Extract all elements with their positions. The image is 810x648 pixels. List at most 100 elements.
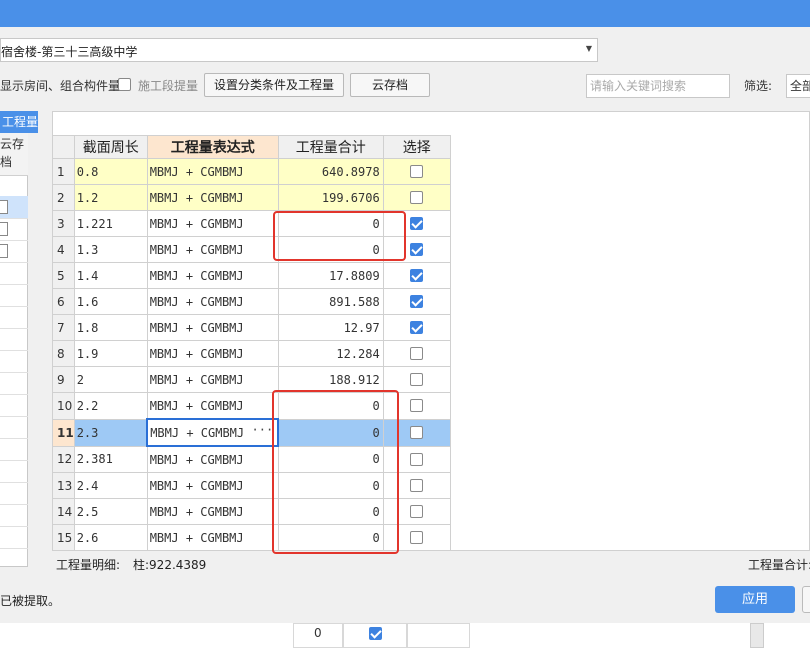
cell-select[interactable] <box>382 262 451 289</box>
cell-select[interactable] <box>382 184 451 211</box>
left-list-row[interactable] <box>0 526 28 549</box>
cell-expression[interactable]: MBMJ + CGMBMJ <box>146 314 279 341</box>
select-checkbox[interactable] <box>410 347 424 360</box>
cell-perimeter[interactable]: 2.2 <box>73 392 148 420</box>
cell-perimeter[interactable]: 1.8 <box>73 314 148 341</box>
cell-perimeter[interactable]: 2 <box>73 366 148 393</box>
detail-label: 工程量明细: <box>56 558 121 572</box>
cell-expression[interactable]: MBMJ + CGMBMJ ··· <box>146 418 280 447</box>
cell-perimeter[interactable]: 1.2 <box>73 184 148 211</box>
cell-perimeter[interactable]: 0.8 <box>73 158 148 185</box>
left-list-row[interactable] <box>0 372 28 395</box>
cell-perimeter[interactable]: 2.5 <box>73 498 148 525</box>
select-checkbox[interactable] <box>410 295 424 308</box>
select-checkbox[interactable] <box>410 321 424 334</box>
cell-perimeter[interactable]: 2.6 <box>73 524 148 551</box>
cell-total[interactable]: 640.8978 <box>277 158 384 185</box>
project-combobox[interactable]: 宿舍楼-第三十三高级中学 ▼ <box>0 38 598 62</box>
left-list-row[interactable] <box>0 262 28 285</box>
cell-perimeter[interactable]: 2.381 <box>73 445 148 473</box>
left-list-row[interactable] <box>0 306 28 329</box>
cell-expression[interactable]: MBMJ + CGMBMJ <box>146 158 279 185</box>
col-header-perimeter[interactable]: 截面周长 <box>73 135 148 159</box>
select-checkbox[interactable] <box>410 165 424 178</box>
table-row[interactable]: 6 1.6 MBMJ + CGMBMJ 891.588 <box>52 288 451 315</box>
cell-select[interactable] <box>382 340 451 367</box>
left-list-row[interactable] <box>0 328 28 351</box>
cell-select[interactable] <box>382 314 451 341</box>
select-checkbox[interactable] <box>410 373 424 386</box>
left-list-row[interactable] <box>0 350 28 373</box>
left-list-row[interactable] <box>0 416 28 439</box>
select-checkbox[interactable] <box>410 243 424 256</box>
cell-perimeter[interactable]: 1.6 <box>73 288 148 315</box>
cell-select[interactable] <box>382 158 451 185</box>
filter-select[interactable]: 全部 <box>786 74 810 98</box>
cell-total[interactable]: 199.6706 <box>277 184 384 211</box>
left-list-row[interactable] <box>0 482 28 505</box>
cell-perimeter[interactable]: 1.4 <box>73 262 148 289</box>
table-row[interactable]: 8 1.9 MBMJ + CGMBMJ 12.284 <box>52 340 451 367</box>
cell-perimeter[interactable]: 2.4 <box>73 472 148 499</box>
cell-expression[interactable]: MBMJ + CGMBMJ <box>146 524 279 551</box>
cell-total[interactable]: 17.8809 <box>277 262 384 289</box>
left-list-row[interactable] <box>0 394 28 417</box>
cell-select[interactable] <box>382 366 451 393</box>
cell-expression[interactable]: MBMJ + CGMBMJ <box>146 445 279 473</box>
tab-quantity[interactable]: 工程量 <box>0 111 38 133</box>
table-row[interactable]: 1 0.8 MBMJ + CGMBMJ 640.8978 <box>52 158 451 185</box>
cell-expression[interactable]: MBMJ + CGMBMJ <box>146 366 279 393</box>
select-checkbox[interactable] <box>410 531 424 544</box>
left-list-row[interactable] <box>0 438 28 461</box>
cell-expression[interactable]: MBMJ + CGMBMJ <box>146 184 279 211</box>
search-input[interactable]: 请输入关键词搜索 <box>586 74 730 98</box>
left-list-row[interactable] <box>0 196 28 219</box>
table-row[interactable]: 5 1.4 MBMJ + CGMBMJ 17.8809 <box>52 262 451 289</box>
select-checkbox[interactable] <box>410 505 424 518</box>
table-row[interactable]: 9 2 MBMJ + CGMBMJ 188.912 <box>52 366 451 393</box>
col-header-total[interactable]: 工程量合计 <box>277 135 384 159</box>
cell-perimeter[interactable]: 2.3 <box>73 418 148 447</box>
cell-expression[interactable]: MBMJ + CGMBMJ <box>146 262 279 289</box>
cell-expression[interactable]: MBMJ + CGMBMJ <box>146 498 279 525</box>
construction-stage-checkbox[interactable] <box>118 78 131 91</box>
ellipsis-button[interactable]: ··· <box>252 423 274 437</box>
left-list-checkbox[interactable] <box>0 244 8 258</box>
cell-expression[interactable]: MBMJ + CGMBMJ <box>146 392 279 420</box>
cloud-save-button[interactable]: 云存档 <box>350 73 430 97</box>
select-checkbox[interactable] <box>410 399 424 413</box>
table-row[interactable]: 7 1.8 MBMJ + CGMBMJ 12.97 <box>52 314 451 341</box>
apply-button[interactable]: 应用 <box>715 586 795 613</box>
select-checkbox[interactable] <box>410 479 424 492</box>
select-checkbox[interactable] <box>410 426 424 439</box>
select-checkbox[interactable] <box>410 452 424 466</box>
left-list-row[interactable] <box>0 460 28 483</box>
col-header-expression[interactable]: 工程量表达式 <box>146 135 279 159</box>
left-list-checkbox[interactable] <box>0 200 8 214</box>
left-list-row[interactable] <box>0 284 28 307</box>
cell-expression[interactable]: MBMJ + CGMBMJ <box>146 472 279 499</box>
cell-perimeter[interactable]: 1.9 <box>73 340 148 367</box>
cell-expression[interactable]: MBMJ + CGMBMJ <box>146 288 279 315</box>
col-header-select[interactable]: 选择 <box>382 135 451 159</box>
cell-select[interactable] <box>382 288 451 315</box>
cell-total[interactable]: 12.97 <box>277 314 384 341</box>
select-checkbox[interactable] <box>410 269 424 282</box>
cell-expression[interactable]: MBMJ + CGMBMJ <box>146 210 279 237</box>
table-row[interactable]: 2 1.2 MBMJ + CGMBMJ 199.6706 <box>52 184 451 211</box>
cell-total[interactable]: 891.588 <box>277 288 384 315</box>
cell-total[interactable]: 12.284 <box>277 340 384 367</box>
cell-expression[interactable]: MBMJ + CGMBMJ <box>146 236 279 263</box>
cell-perimeter[interactable]: 1.221 <box>73 210 148 237</box>
left-list-checkbox[interactable] <box>0 222 8 236</box>
left-list-row[interactable] <box>0 504 28 527</box>
select-checkbox[interactable] <box>410 191 424 204</box>
set-conditions-button[interactable]: 设置分类条件及工程量 <box>204 73 344 97</box>
secondary-button[interactable] <box>802 586 810 613</box>
cell-total[interactable]: 188.912 <box>277 366 384 393</box>
left-list-row[interactable] <box>0 218 28 241</box>
select-checkbox[interactable] <box>410 217 424 230</box>
cell-expression[interactable]: MBMJ + CGMBMJ <box>146 340 279 367</box>
left-list-row[interactable] <box>0 240 28 263</box>
cell-perimeter[interactable]: 1.3 <box>73 236 148 263</box>
